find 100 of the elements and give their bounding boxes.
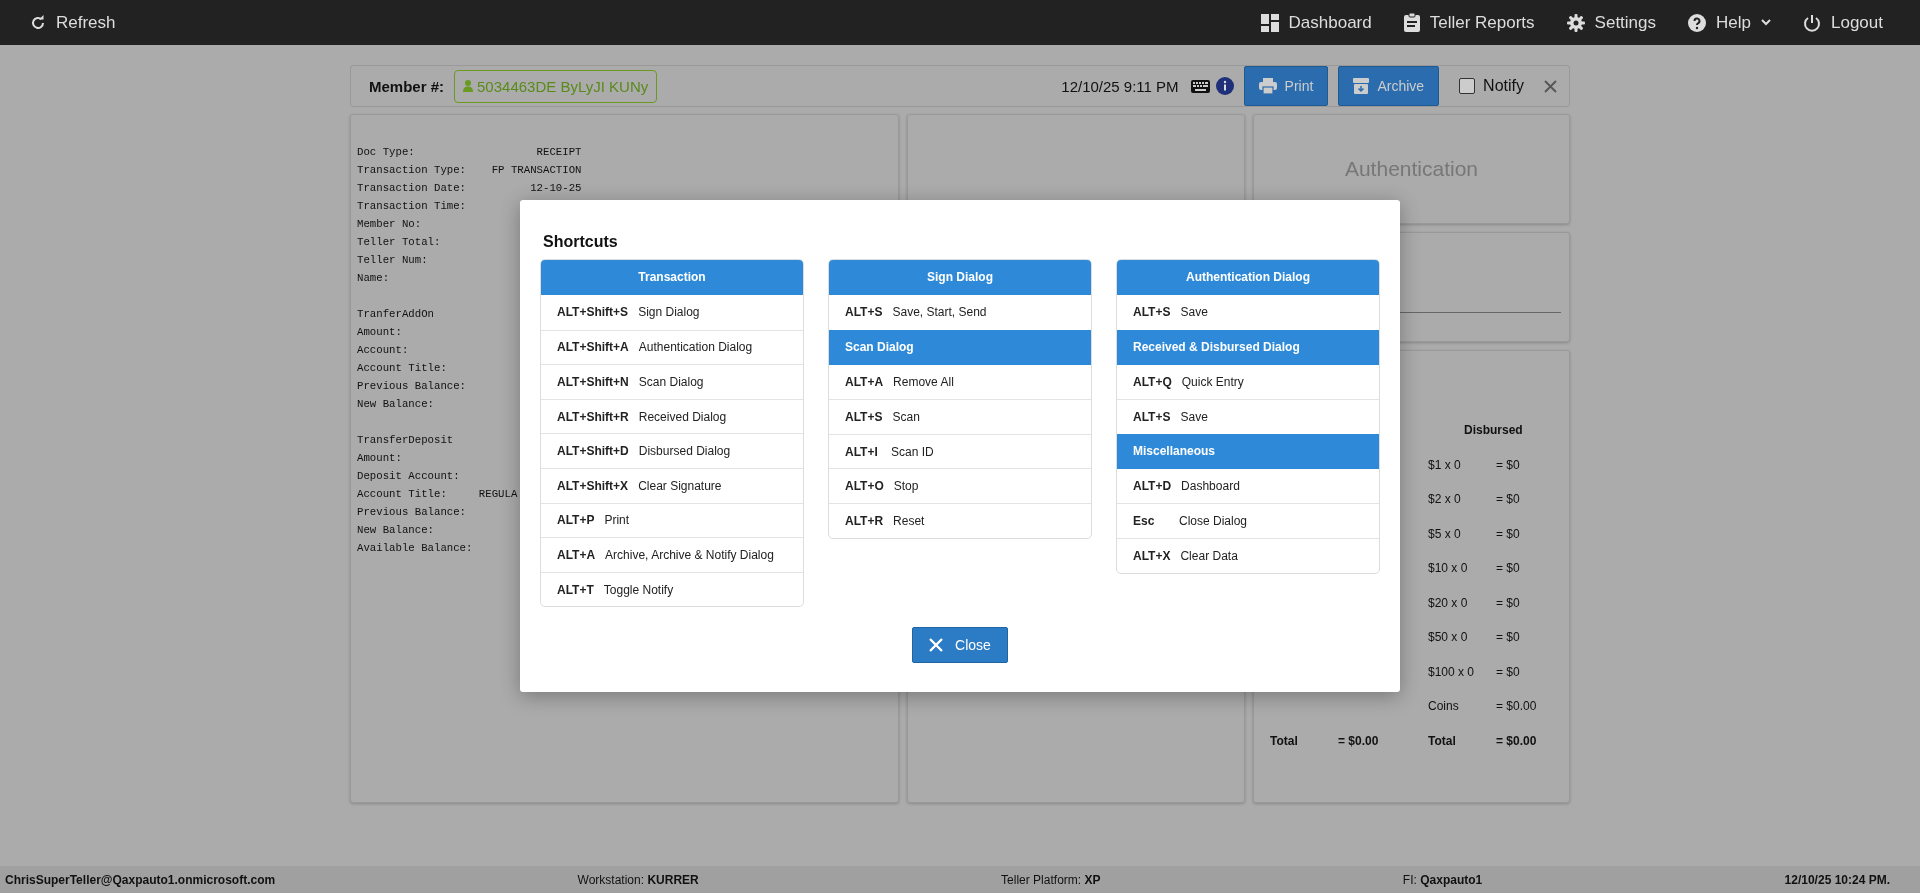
receipt-line: Teller Total: [357,235,441,250]
shortcut-action: Authentication Dialog [638,340,753,355]
shortcut-key: ALT+I [845,444,881,459]
person-icon [463,80,474,92]
section-header: Authentication Dialog [1117,260,1379,295]
shortcut-action: Clear Signature [638,478,722,493]
denomination-label: $2 x 0 [1428,492,1462,507]
amount-value: = $0 [1496,630,1521,645]
shortcut-action: Scan ID [891,444,934,459]
shortcut-action: Toggle Notify [603,582,674,597]
receipt-line: Amount: [357,451,402,466]
shortcut-action: Disbursed Dialog [638,444,731,459]
shortcut-key: ALT+R [845,513,884,528]
amount-value: = $0 [1496,526,1521,541]
close-button[interactable]: Close [912,627,1008,664]
help-menu-item[interactable]: Help [1688,12,1771,33]
amount-value: = $0.00 [1496,699,1538,714]
amount-value: = $0 [1496,595,1521,610]
gear-icon [1566,13,1585,32]
shortcut-key: ALT+T [557,582,594,597]
section-header: Miscellaneous [1117,433,1379,469]
receipt-line: Doc Type: RECEIPT [357,145,582,160]
receipt-line: TransferDeposit [357,433,454,448]
settings-menu-item[interactable]: Settings [1566,12,1657,33]
close-icon[interactable] [1544,79,1557,93]
section-header: Scan Dialog [829,329,1091,365]
workstation-text: Workstation: KURRER [577,872,699,887]
printer-icon [1258,78,1277,94]
shortcut-key: ALT+Shift+A [557,340,629,355]
shortcut-action: Save, Start, Send [892,305,987,320]
user-email: ChrisSuperTeller@Qaxpauto1.onmicrosoft.com [5,872,276,887]
shortcut-key: ALT+Shift+R [557,409,629,424]
checkbox[interactable] [1459,78,1476,94]
receipt-line: Transaction Time: [357,199,467,214]
receipt-line: New Balance: [357,397,434,412]
shortcut-key: ALT+X [1133,548,1171,563]
shortcut-action: Received Dialog [638,409,727,424]
caret-icon [1761,19,1771,26]
amount-value: = $0 [1496,561,1521,576]
date-time: 12/10/25 9:11 PM [1061,77,1179,95]
receipt-line: Available Balance: [357,541,473,556]
help-icon [1688,13,1707,32]
denomination-label: $5 x 0 [1428,526,1462,541]
receipt-line: Account: [357,343,409,358]
receipt-line: Account Title: [357,361,447,376]
shortcut-key: ALT+Q [1133,374,1172,389]
denomination-label: Coins [1428,699,1460,714]
logout-menu-item[interactable]: Logout [1803,12,1883,33]
shortcut-action: Close Dialog [1179,514,1248,529]
receipt-line: Amount: [357,325,402,340]
fi-text: FI: Qaxpauto1 [1402,872,1483,887]
platform-text: Teller Platform: XP [1001,872,1101,887]
shortcut-action: Clear Data [1180,548,1238,563]
column-header: Disbursed [1463,423,1524,438]
receipt-line: Deposit Account: [357,469,460,484]
notify-checkbox[interactable]: Notify [1459,77,1524,95]
clipboard-icon [1403,13,1420,32]
amount-value: = $0 [1496,664,1521,679]
shortcut-action: Stop [893,479,919,494]
receipt-line: Teller Num: [357,253,428,268]
shortcut-key: ALT+Shift+D [557,444,629,459]
shortcut-key: ALT+S [1133,305,1171,320]
receipt-line: TranferAddOn [357,307,434,322]
amount-value: = $0 [1496,492,1521,507]
shortcut-key: ALT+Shift+N [557,375,629,389]
dashboard-icon [1260,13,1279,32]
power-icon [1803,13,1821,32]
close-icon [929,638,944,653]
dashboard-menu-item[interactable]: Dashboard [1260,12,1372,33]
shortcut-key: ALT+O [845,479,884,494]
dialog-title: Shortcuts [543,233,619,251]
refresh-icon [30,14,46,31]
reports-menu-item[interactable]: Teller Reports [1403,12,1535,33]
receipt-line: Previous Balance: [357,379,467,394]
refresh-button[interactable]: Refresh [30,12,116,33]
shortcut-action: Dashboard [1181,479,1240,494]
receipt-line: New Balance: [357,523,434,538]
denomination-label: $50 x 0 [1428,630,1469,645]
shortcut-action: Reset [893,513,925,528]
amount-value: = $0 [1496,457,1521,472]
shortcut-key: Esc [1133,514,1169,529]
shortcut-action: Save [1180,410,1208,424]
total-value: = $0.00 [1496,733,1538,748]
shortcut-key: ALT+P [557,513,595,528]
receipt-line: Transaction Date: 12-10-25 [357,181,582,196]
shortcut-key: ALT+A [557,547,596,562]
shortcut-key: ALT+S [845,305,883,320]
receipt-line: Previous Balance: [357,505,467,520]
info-icon[interactable] [1215,77,1234,95]
receipt-line: Account Title: REGULA [357,487,518,502]
keyboard-icon[interactable] [1190,79,1210,93]
shortcut-action: Scan Dialog [638,375,704,389]
shortcut-key: ALT+S [1133,410,1171,424]
shortcut-action: Scan [892,410,920,424]
shortcut-action: Save [1180,305,1208,320]
denomination-label: $10 x 0 [1428,561,1469,576]
shortcut-action: Sign Dialog [638,305,700,320]
member-label: Member #: [369,77,445,95]
denomination-label: $20 x 0 [1428,595,1469,610]
shortcut-action: Archive, Archive & Notify Dialog [605,547,774,562]
